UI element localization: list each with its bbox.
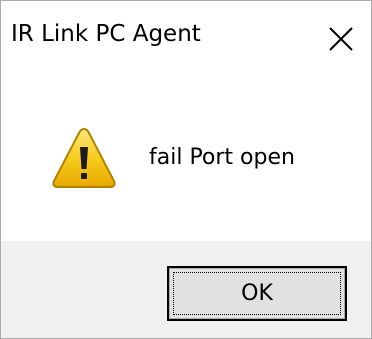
ok-button[interactable]: OK [167,266,347,321]
title-bar: IR Link PC Agent [1,1,371,73]
button-bar: OK [1,241,371,338]
close-button[interactable] [319,17,363,61]
message-dialog: IR Link PC Agent fail Port open OK [0,0,372,339]
ok-button-label: OK [241,281,273,306]
warning-icon [52,127,116,188]
close-icon [329,27,353,51]
window-title: IR Link PC Agent [11,21,201,47]
dialog-content: fail Port open [1,73,371,241]
message-text: fail Port open [149,145,295,170]
